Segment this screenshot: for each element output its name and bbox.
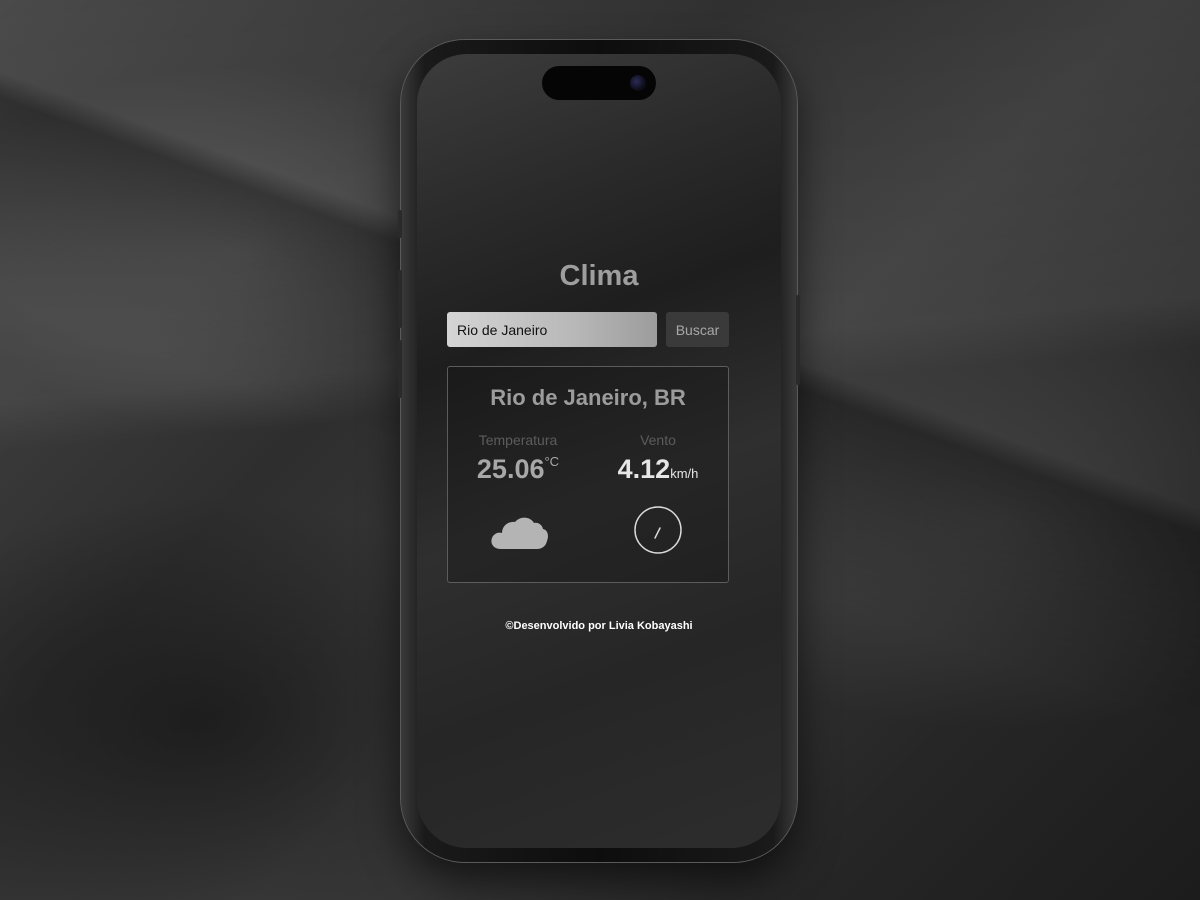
city-search-input[interactable] — [447, 312, 657, 347]
temperature-label: Temperatura — [478, 432, 558, 448]
phone-side-button — [398, 340, 402, 398]
camera-icon — [630, 75, 646, 91]
temperature-value: 25.06 — [476, 454, 545, 484]
location-name: Rio de Janeiro, BR — [490, 385, 686, 410]
wind-unit: km/h — [670, 466, 699, 481]
wind-value-row: 4.12km/h — [588, 454, 728, 488]
page-title: Clima — [559, 260, 639, 292]
temperature-block: Temperatura 25.06°C — [448, 432, 588, 488]
wind-label: Vento — [640, 432, 676, 448]
phone-side-button — [398, 210, 402, 238]
temperature-unit: °C — [544, 454, 560, 469]
wind-block: Vento 4.12km/h — [588, 432, 728, 488]
dynamic-island — [542, 66, 656, 100]
phone-screen: Clima Buscar Rio de Janeiro, BR Temperat… — [417, 54, 781, 848]
cloud-icon — [491, 517, 548, 549]
temperature-value-row: 25.06°C — [448, 454, 588, 488]
search-form: Buscar — [447, 312, 729, 347]
wind-value: 4.12 — [617, 454, 671, 484]
weather-card: Rio de Janeiro, BR Temperatura 25.06°C V… — [447, 366, 729, 583]
phone-mockup: Clima Buscar Rio de Janeiro, BR Temperat… — [398, 40, 800, 862]
phone-side-button — [796, 295, 800, 385]
footer-credit: ©Desenvolvido por Livia Kobayashi — [505, 620, 693, 632]
wind-direction-dial-icon — [634, 506, 682, 554]
phone-side-button — [398, 270, 402, 328]
search-button[interactable]: Buscar — [666, 312, 729, 347]
